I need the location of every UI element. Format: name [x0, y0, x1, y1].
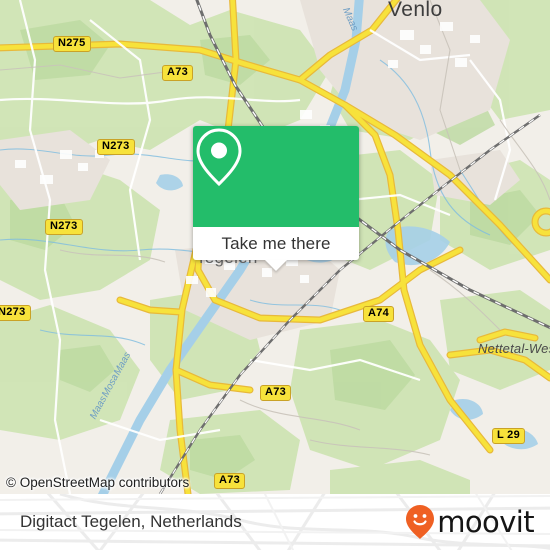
moovit-pin-smiley-icon — [406, 505, 435, 539]
road-shield: A73 — [214, 473, 246, 489]
road-shield: A74 — [363, 306, 395, 322]
road-shield: N273 — [0, 305, 31, 321]
popup-header — [193, 126, 359, 227]
location-title: Digitact Tegelen, Netherlands — [20, 512, 242, 531]
moovit-brand[interactable]: moovit — [405, 504, 535, 540]
road-shield: N273 — [97, 139, 135, 155]
footer-bar: Digitact Tegelen, Netherlands moovit — [0, 494, 550, 550]
road-shield: L 29 — [492, 428, 526, 444]
map-pin-icon — [196, 128, 242, 187]
take-me-there-label: Take me there — [221, 233, 331, 253]
place-label-venlo: Venlo — [388, 0, 443, 21]
osm-attribution[interactable]: © OpenStreetMap contributors — [6, 475, 189, 490]
moovit-wordmark: moovit — [437, 504, 534, 539]
take-me-there-popup[interactable]: Take me there — [193, 126, 359, 271]
road-shield: A73 — [162, 65, 194, 81]
map-canvas[interactable]: N275 A73 N273 N273 N273 A74 A73 L 29 A73… — [0, 0, 550, 494]
popup-body[interactable]: Take me there — [193, 227, 359, 271]
road-shield: N275 — [53, 36, 91, 52]
place-label-nettetal: Nettetal-Wes — [478, 341, 550, 356]
road-shield: A73 — [260, 385, 292, 401]
road-shield: N273 — [45, 219, 83, 235]
popup-tail — [265, 260, 287, 271]
moovit-location-card: N275 A73 N273 N273 N273 A74 A73 L 29 A73… — [0, 0, 550, 550]
